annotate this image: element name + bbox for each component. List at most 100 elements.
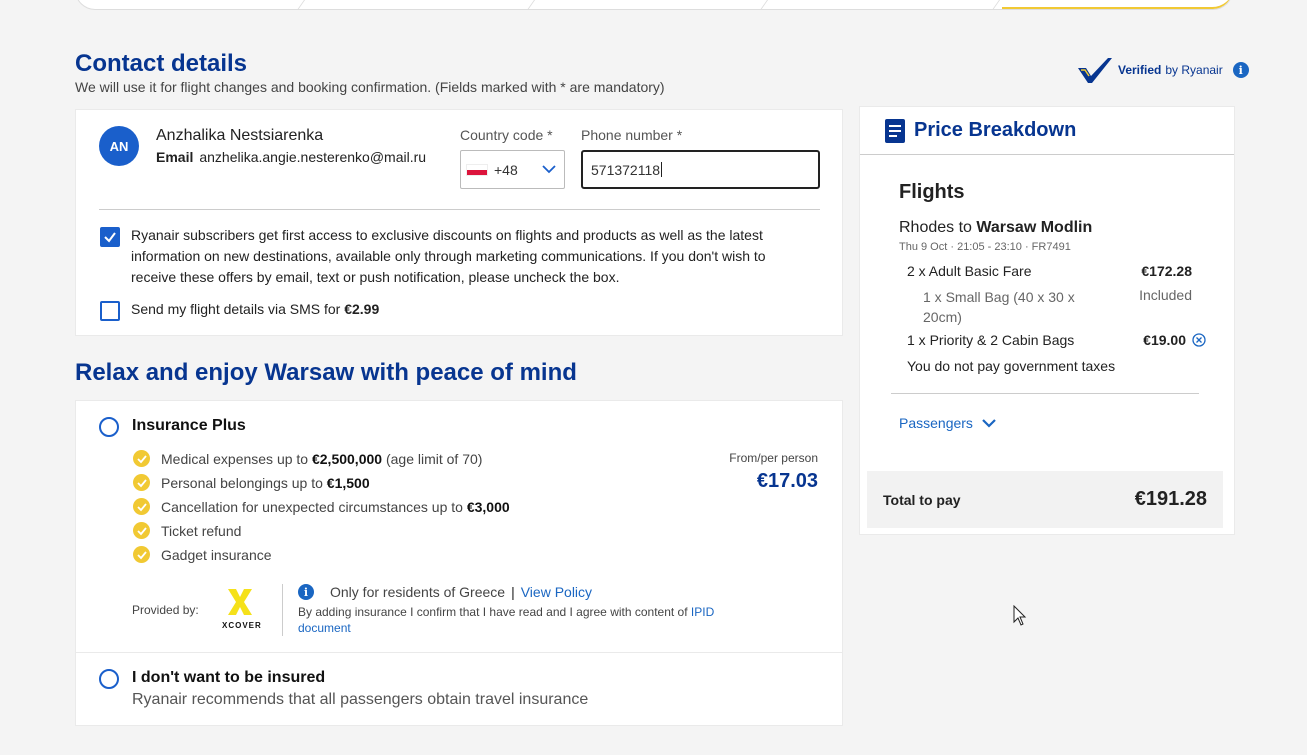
passengers-label: Passengers bbox=[899, 415, 973, 431]
country-code-value: +48 bbox=[494, 161, 518, 178]
phone-number-value: 571372118 bbox=[591, 161, 661, 178]
check-icon bbox=[133, 546, 150, 563]
no-insurance-subtitle: Ryanair recommends that all passengers o… bbox=[132, 691, 589, 708]
insurance-card: Insurance Plus Medical expenses up to €2… bbox=[75, 400, 843, 726]
remove-icon[interactable] bbox=[1192, 333, 1206, 347]
subscribe-text: Ryanair subscribers get first access to … bbox=[131, 227, 766, 285]
step-divider bbox=[759, 0, 790, 9]
price-from-label: From/per person bbox=[729, 451, 818, 465]
verified-check-icon bbox=[1078, 58, 1112, 83]
fare-label: 2 x Adult Basic Fare bbox=[907, 263, 1032, 279]
feature-text: Medical expenses up to bbox=[161, 450, 309, 467]
priority-label: 1 x Priority & 2 Cabin Bags bbox=[907, 332, 1075, 348]
sms-checkbox[interactable] bbox=[100, 301, 120, 321]
feature-text: Personal belongings up to bbox=[161, 474, 323, 491]
fare-amount: €172.28 bbox=[1141, 263, 1192, 279]
insurance-section-title: Relax and enjoy Warsaw with peace of min… bbox=[75, 359, 577, 386]
info-icon[interactable]: i bbox=[1232, 62, 1249, 78]
sms-text-row: Send my flight details via SMS for €2.99 bbox=[131, 299, 379, 320]
poland-flag-icon bbox=[466, 163, 488, 176]
small-bag-label: 1 x Small Bag (40 x 30 x 20cm) bbox=[923, 289, 1075, 325]
fare-value: €172.28 bbox=[1141, 263, 1192, 279]
phone-number-input[interactable]: 571372118 bbox=[581, 150, 820, 189]
passengers-toggle[interactable]: Passengers bbox=[899, 415, 997, 431]
check-icon bbox=[133, 474, 150, 491]
contact-details-card: AN Anzhalika Nestsiarenka Email anzhelika… bbox=[75, 109, 843, 336]
email-value: anzhelika.angie.nesterenko@mail.ru bbox=[199, 149, 427, 165]
priority-amount: €19.00 bbox=[1143, 332, 1186, 348]
check-icon bbox=[133, 522, 150, 539]
provider-divider bbox=[282, 584, 283, 636]
no-insurance-radio[interactable] bbox=[99, 669, 119, 689]
breakdown-divider bbox=[891, 393, 1199, 394]
price-breakdown-header: Price Breakdown bbox=[860, 107, 1234, 155]
verified-label: Verified bbox=[1118, 63, 1162, 77]
feature-text: Gadget insurance bbox=[161, 546, 272, 563]
xcover-x-icon bbox=[228, 589, 252, 615]
feature-amount: €1,500 bbox=[326, 474, 370, 491]
insurance-feature: Gadget insurance bbox=[133, 546, 272, 563]
insurance-disclaimer: By adding insurance I confirm that I hav… bbox=[298, 604, 738, 636]
checkmark-icon bbox=[104, 232, 116, 243]
info-icon: i bbox=[298, 584, 314, 600]
price-breakdown-card: Price Breakdown Flights Rhodes to Warsaw… bbox=[859, 106, 1235, 535]
step-divider bbox=[526, 0, 557, 9]
verified-by-ryanair-badge: Verified by Ryanair i bbox=[1076, 55, 1249, 85]
phone-number-label: Phone number * bbox=[581, 127, 683, 143]
total-value: €191.28 bbox=[1134, 488, 1207, 510]
route-to: Warsaw Modlin bbox=[976, 219, 1093, 236]
chevron-down-icon bbox=[542, 165, 556, 174]
tax-note: You do not pay government taxes bbox=[907, 358, 1116, 374]
section-divider bbox=[99, 209, 820, 210]
residents-text: Only for residents of Greece bbox=[330, 584, 506, 600]
route-from: Rhodes to bbox=[899, 219, 972, 236]
active-step-indicator bbox=[1002, 0, 1232, 9]
country-code-label: Country code * bbox=[460, 127, 553, 143]
priority-value-row: €19.00 bbox=[1143, 332, 1206, 348]
small-bag-value: Included bbox=[1139, 287, 1192, 303]
separator: | bbox=[511, 584, 515, 600]
mouse-cursor-icon bbox=[1013, 605, 1027, 626]
price-breakdown-title: Price Breakdown bbox=[914, 119, 1077, 141]
passenger-email-row: Email anzhelika.angie.nesterenko@mail.ru bbox=[156, 149, 426, 165]
flights-heading: Flights bbox=[899, 181, 965, 203]
passenger-name: Anzhalika Nestsiarenka bbox=[156, 127, 324, 144]
subscribe-checkbox[interactable] bbox=[100, 227, 120, 247]
insurance-feature: Personal belongings up to €1,500 bbox=[133, 474, 370, 491]
country-code-select[interactable]: +48 bbox=[460, 150, 565, 189]
text-caret bbox=[661, 162, 663, 177]
verified-suffix: by Ryanair bbox=[1165, 63, 1223, 77]
xcover-logo-text: XCOVER bbox=[222, 621, 262, 630]
feature-amount: €3,000 bbox=[466, 498, 510, 515]
view-policy-link[interactable]: View Policy bbox=[521, 584, 592, 600]
check-icon bbox=[133, 450, 150, 467]
insurance-plus-title: Insurance Plus bbox=[132, 417, 246, 434]
insurance-price: €17.03 bbox=[756, 470, 818, 492]
avatar: AN bbox=[99, 126, 139, 166]
contact-details-title: Contact details bbox=[75, 50, 248, 77]
contact-details-subtitle: We will use it for flight changes and bo… bbox=[75, 79, 665, 95]
total-label: Total to pay bbox=[883, 491, 961, 508]
flight-meta: Thu 9 Oct · 21:05 - 23:10 · FR7491 bbox=[899, 241, 1071, 253]
feature-text: Ticket refund bbox=[161, 522, 242, 539]
chevron-down-icon bbox=[982, 419, 996, 428]
sms-text: Send my flight details via SMS for bbox=[131, 301, 341, 317]
xcover-logo: XCOVER bbox=[222, 589, 262, 630]
flight-route: Rhodes to Warsaw Modlin bbox=[899, 219, 1092, 237]
booking-steps-bar bbox=[75, 0, 1233, 10]
feature-suffix: (age limit of 70) bbox=[385, 450, 483, 467]
residents-row: i Only for residents of Greece | View Po… bbox=[298, 584, 592, 600]
disclaimer-text: By adding insurance I confirm that I hav… bbox=[298, 605, 688, 619]
insurance-plus-radio[interactable] bbox=[99, 417, 119, 437]
sms-price: €2.99 bbox=[344, 301, 380, 317]
insurance-feature: Cancellation for unexpected circumstance… bbox=[133, 498, 510, 515]
step-divider bbox=[296, 0, 327, 9]
insurance-feature: Ticket refund bbox=[133, 522, 241, 539]
insurance-feature: Medical expenses up to €2,500,000 (age l… bbox=[133, 450, 482, 467]
provided-by-label: Provided by: bbox=[132, 603, 199, 617]
total-to-pay-box: Total to pay €191.28 bbox=[867, 471, 1223, 528]
no-insurance-title: I don't want to be insured bbox=[132, 669, 326, 686]
feature-amount: €2,500,000 bbox=[311, 450, 383, 467]
check-icon bbox=[133, 498, 150, 515]
feature-text: Cancellation for unexpected circumstance… bbox=[161, 498, 463, 515]
